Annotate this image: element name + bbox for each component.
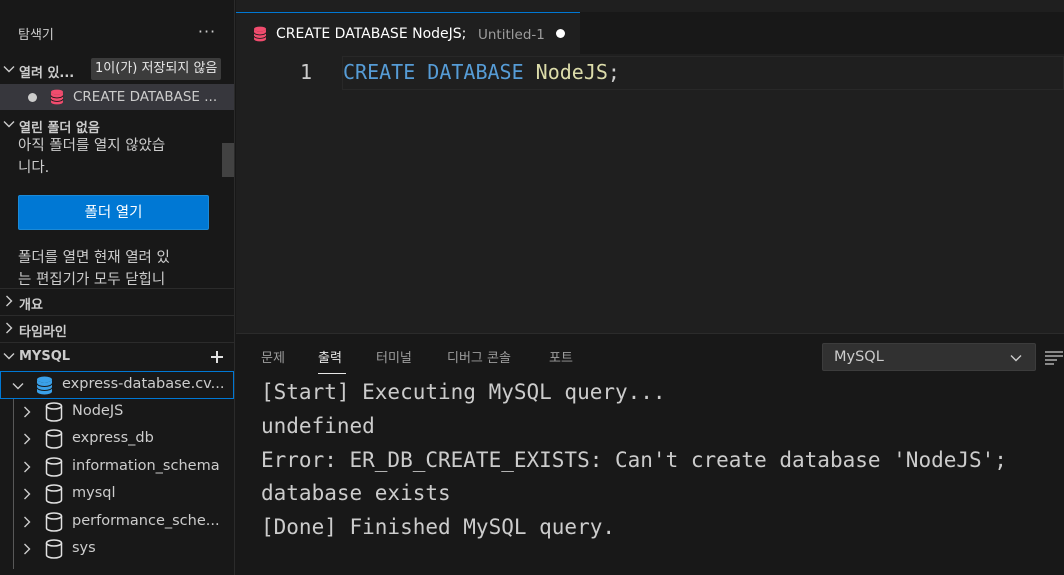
editor-tab[interactable]: CREATE DATABASE NodeJS; Untitled-1	[236, 12, 580, 54]
code-line[interactable]: CREATE DATABASE NodeJS;	[343, 60, 620, 84]
database-label: sys	[72, 540, 96, 556]
unsaved-dot-icon[interactable]	[28, 93, 37, 102]
sql-keyword: DATABASE	[427, 60, 524, 84]
mysql-connection-label: express-database.cv...	[62, 376, 225, 392]
sql-keyword: CREATE	[343, 60, 416, 84]
output-line: [Done] Finished MySQL query.	[261, 515, 616, 539]
no-folder-note-line: 폴더를 열면 현재 열려 있	[18, 250, 170, 266]
panel-tab-ports[interactable]: 포트	[549, 347, 573, 366]
database-label: mysql	[72, 485, 116, 501]
editor-tab-bar: CREATE DATABASE NodeJS; Untitled-1	[236, 12, 1064, 54]
chevron-down-icon	[12, 383, 24, 390]
database-item-sys[interactable]: sys	[0, 536, 234, 563]
chevron-down-icon	[3, 66, 15, 73]
chevron-right-icon	[6, 295, 13, 307]
chevron-right-icon	[24, 406, 31, 418]
chevron-right-icon	[24, 488, 31, 500]
editor-tab-description: Untitled-1	[478, 27, 545, 43]
database-icon	[45, 429, 63, 449]
output-line: undefined	[261, 414, 375, 438]
explorer-sidebar: 탐색기 ··· 열려 있... 1이(가) 저장되지 않음 CREATE DAT…	[0, 0, 235, 575]
chevron-down-icon	[3, 353, 15, 360]
section-no-folder-label: 열린 폴더 없음	[19, 121, 100, 136]
sql-identifier: NodeJS	[535, 60, 608, 84]
code-editor[interactable]: 1 CREATE DATABASE NodeJS;	[236, 54, 1064, 332]
database-item-performance-schema[interactable]: performance_sche...	[0, 509, 234, 536]
output-channel-value: MySQL	[834, 349, 884, 365]
output-channel-select[interactable]: MySQL	[822, 343, 1036, 371]
database-icon	[253, 26, 267, 42]
database-icon	[45, 402, 63, 422]
editor-area: CREATE DATABASE NodeJS; Untitled-1 1 CRE…	[236, 0, 1064, 575]
panel-tab-terminal[interactable]: 터미널	[376, 347, 412, 366]
mysql-connection-item[interactable]: express-database.cv...	[0, 371, 234, 399]
section-mysql-label: MYSQL	[19, 349, 71, 364]
section-divider	[0, 342, 234, 343]
database-item-mysql[interactable]: mysql	[0, 481, 234, 508]
database-icon	[45, 512, 63, 532]
sql-punctuation: ;	[607, 60, 620, 84]
explorer-title: 탐색기	[18, 28, 54, 43]
output-line: Error: ER_DB_CREATE_EXISTS: Can't create…	[261, 448, 1007, 472]
open-folder-button[interactable]: 폴더 열기	[18, 195, 209, 230]
chevron-right-icon	[24, 543, 31, 555]
chevron-right-icon	[24, 433, 31, 445]
add-connection-icon[interactable]	[209, 349, 225, 365]
output-line: [Start] Executing MySQL query...	[261, 380, 666, 404]
section-outline-label: 개요	[19, 298, 43, 313]
unsaved-count-badge: 1이(가) 저장되지 않음	[91, 58, 222, 80]
chevron-right-icon	[6, 322, 13, 334]
panel-tab-output[interactable]: 출력	[318, 347, 342, 366]
database-icon	[45, 539, 63, 559]
editor-tab-title: CREATE DATABASE NodeJS;	[276, 26, 467, 42]
database-item-express-db[interactable]: express_db	[0, 426, 234, 453]
output-line: database exists	[261, 481, 451, 505]
section-mysql[interactable]: MYSQL	[0, 344, 234, 370]
section-timeline-label: 타임라인	[19, 325, 67, 340]
database-label: NodeJS	[72, 403, 124, 419]
chevron-down-icon	[1010, 355, 1022, 362]
database-icon	[45, 457, 63, 477]
database-server-icon	[36, 376, 53, 395]
active-tab-indicator	[318, 373, 346, 374]
database-label: performance_sche...	[72, 513, 220, 529]
bottom-panel: 문제 출력 터미널 디버그 콘솔 포트 MySQL [Start] Execut…	[236, 333, 1064, 575]
database-icon	[45, 484, 63, 504]
unsaved-dot-icon[interactable]	[556, 29, 565, 38]
chevron-right-icon	[24, 461, 31, 473]
database-item-information-schema[interactable]: information_schema	[0, 454, 234, 481]
database-icon	[50, 89, 64, 105]
section-open-editors-label: 열려 있...	[19, 66, 75, 81]
chevron-right-icon	[24, 516, 31, 528]
chevron-down-icon	[3, 121, 15, 128]
panel-tab-debug-console[interactable]: 디버그 콘솔	[447, 347, 511, 366]
no-folder-message-line: 아직 폴더를 열지 않았습	[18, 138, 166, 154]
open-editor-label: CREATE DATABASE ...	[73, 89, 218, 105]
section-outline[interactable]: 개요	[0, 289, 234, 315]
scrollbar-thumb[interactable]	[222, 143, 234, 177]
section-timeline[interactable]: 타임라인	[0, 316, 234, 342]
more-actions-icon[interactable]: ···	[197, 22, 217, 42]
database-item-nodejs[interactable]: NodeJS	[0, 399, 234, 426]
line-number: 1	[299, 60, 312, 84]
panel-tab-problems[interactable]: 문제	[261, 347, 285, 366]
database-label: information_schema	[72, 458, 220, 474]
no-folder-message-line: 니다.	[18, 160, 50, 176]
database-label: express_db	[72, 430, 154, 446]
open-editor-item[interactable]: CREATE DATABASE ...	[0, 84, 234, 110]
list-filter-icon[interactable]	[1044, 349, 1064, 365]
